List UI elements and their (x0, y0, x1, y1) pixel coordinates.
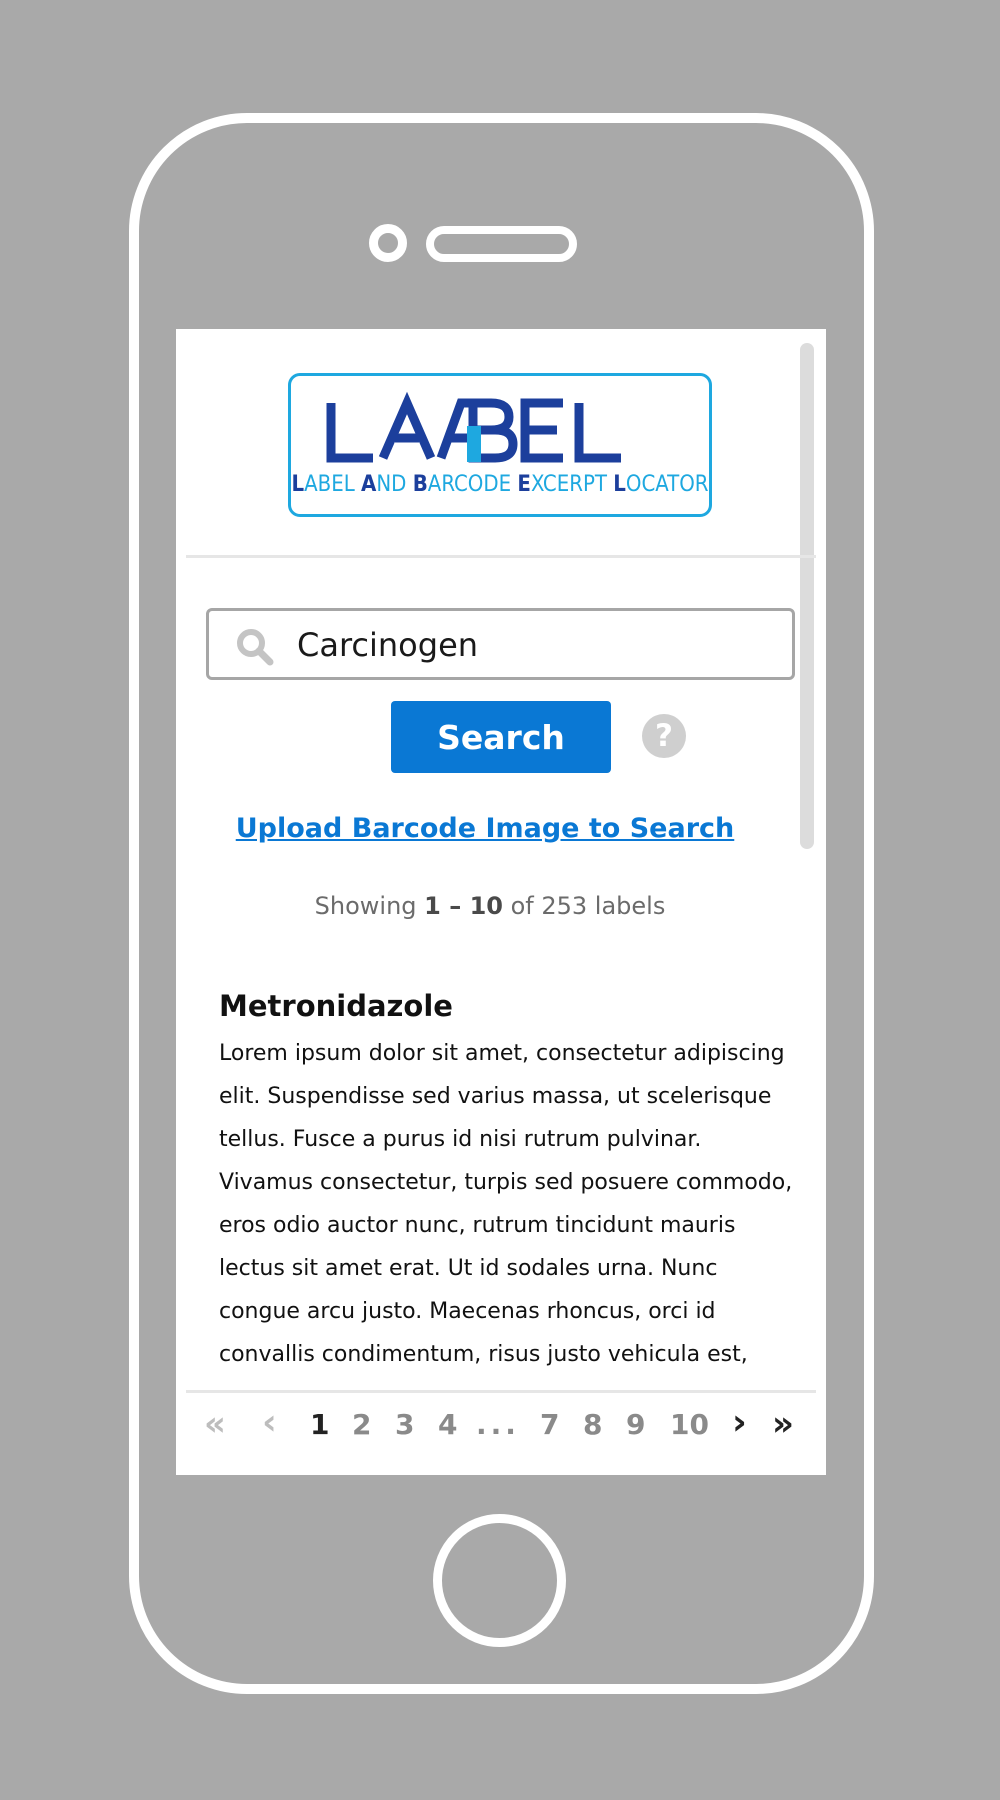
result-excerpt: Lorem ipsum dolor sit amet, consectetur … (219, 1041, 793, 1367)
page-ellipsis: ... (476, 1408, 520, 1441)
results-summary-prefix: Showing (314, 892, 425, 920)
results-summary: Showing 1 – 10 of 253 labels (0, 892, 1000, 920)
search-icon (237, 629, 274, 666)
label-logo: LABEL AND BARCODE EXCERPT LOCATOR (288, 373, 712, 517)
pagination: « ‹ 1 2 3 4 ... 7 8 9 10 › » (186, 1392, 816, 1464)
page-1[interactable]: 1 (310, 1408, 329, 1441)
results-summary-range: 1 – 10 (424, 892, 503, 920)
search-input[interactable] (295, 617, 779, 673)
upload-barcode-link[interactable]: Upload Barcode Image to Search (0, 813, 1000, 844)
page-2[interactable]: 2 (352, 1408, 371, 1441)
scrollbar[interactable] (800, 343, 814, 849)
page-8[interactable]: 8 (583, 1408, 602, 1441)
prev-page-button[interactable]: ‹ (262, 1402, 277, 1443)
home-button[interactable] (433, 1514, 566, 1647)
last-page-button[interactable]: » (772, 1404, 794, 1444)
search-button[interactable]: Search (391, 701, 611, 773)
page-4[interactable]: 4 (438, 1408, 457, 1441)
page-10[interactable]: 10 (670, 1408, 709, 1441)
header-divider (186, 555, 816, 558)
next-page-button[interactable]: › (732, 1402, 747, 1443)
page-3[interactable]: 3 (395, 1408, 414, 1441)
page-9[interactable]: 9 (626, 1408, 645, 1441)
first-page-button[interactable]: « (204, 1404, 226, 1444)
result-title[interactable]: Metronidazole (219, 989, 453, 1023)
logo-tagline: LABEL AND BARCODE EXCERPT LOCATOR (291, 472, 708, 497)
search-field[interactable] (206, 608, 795, 680)
logo-graphic: LABEL AND BARCODE EXCERPT LOCATOR (291, 391, 709, 497)
speaker-grille (426, 226, 577, 262)
camera-icon (369, 224, 407, 262)
results-summary-suffix: of 253 labels (502, 892, 666, 920)
help-icon[interactable]: ? (642, 714, 686, 758)
page-7[interactable]: 7 (540, 1408, 559, 1441)
